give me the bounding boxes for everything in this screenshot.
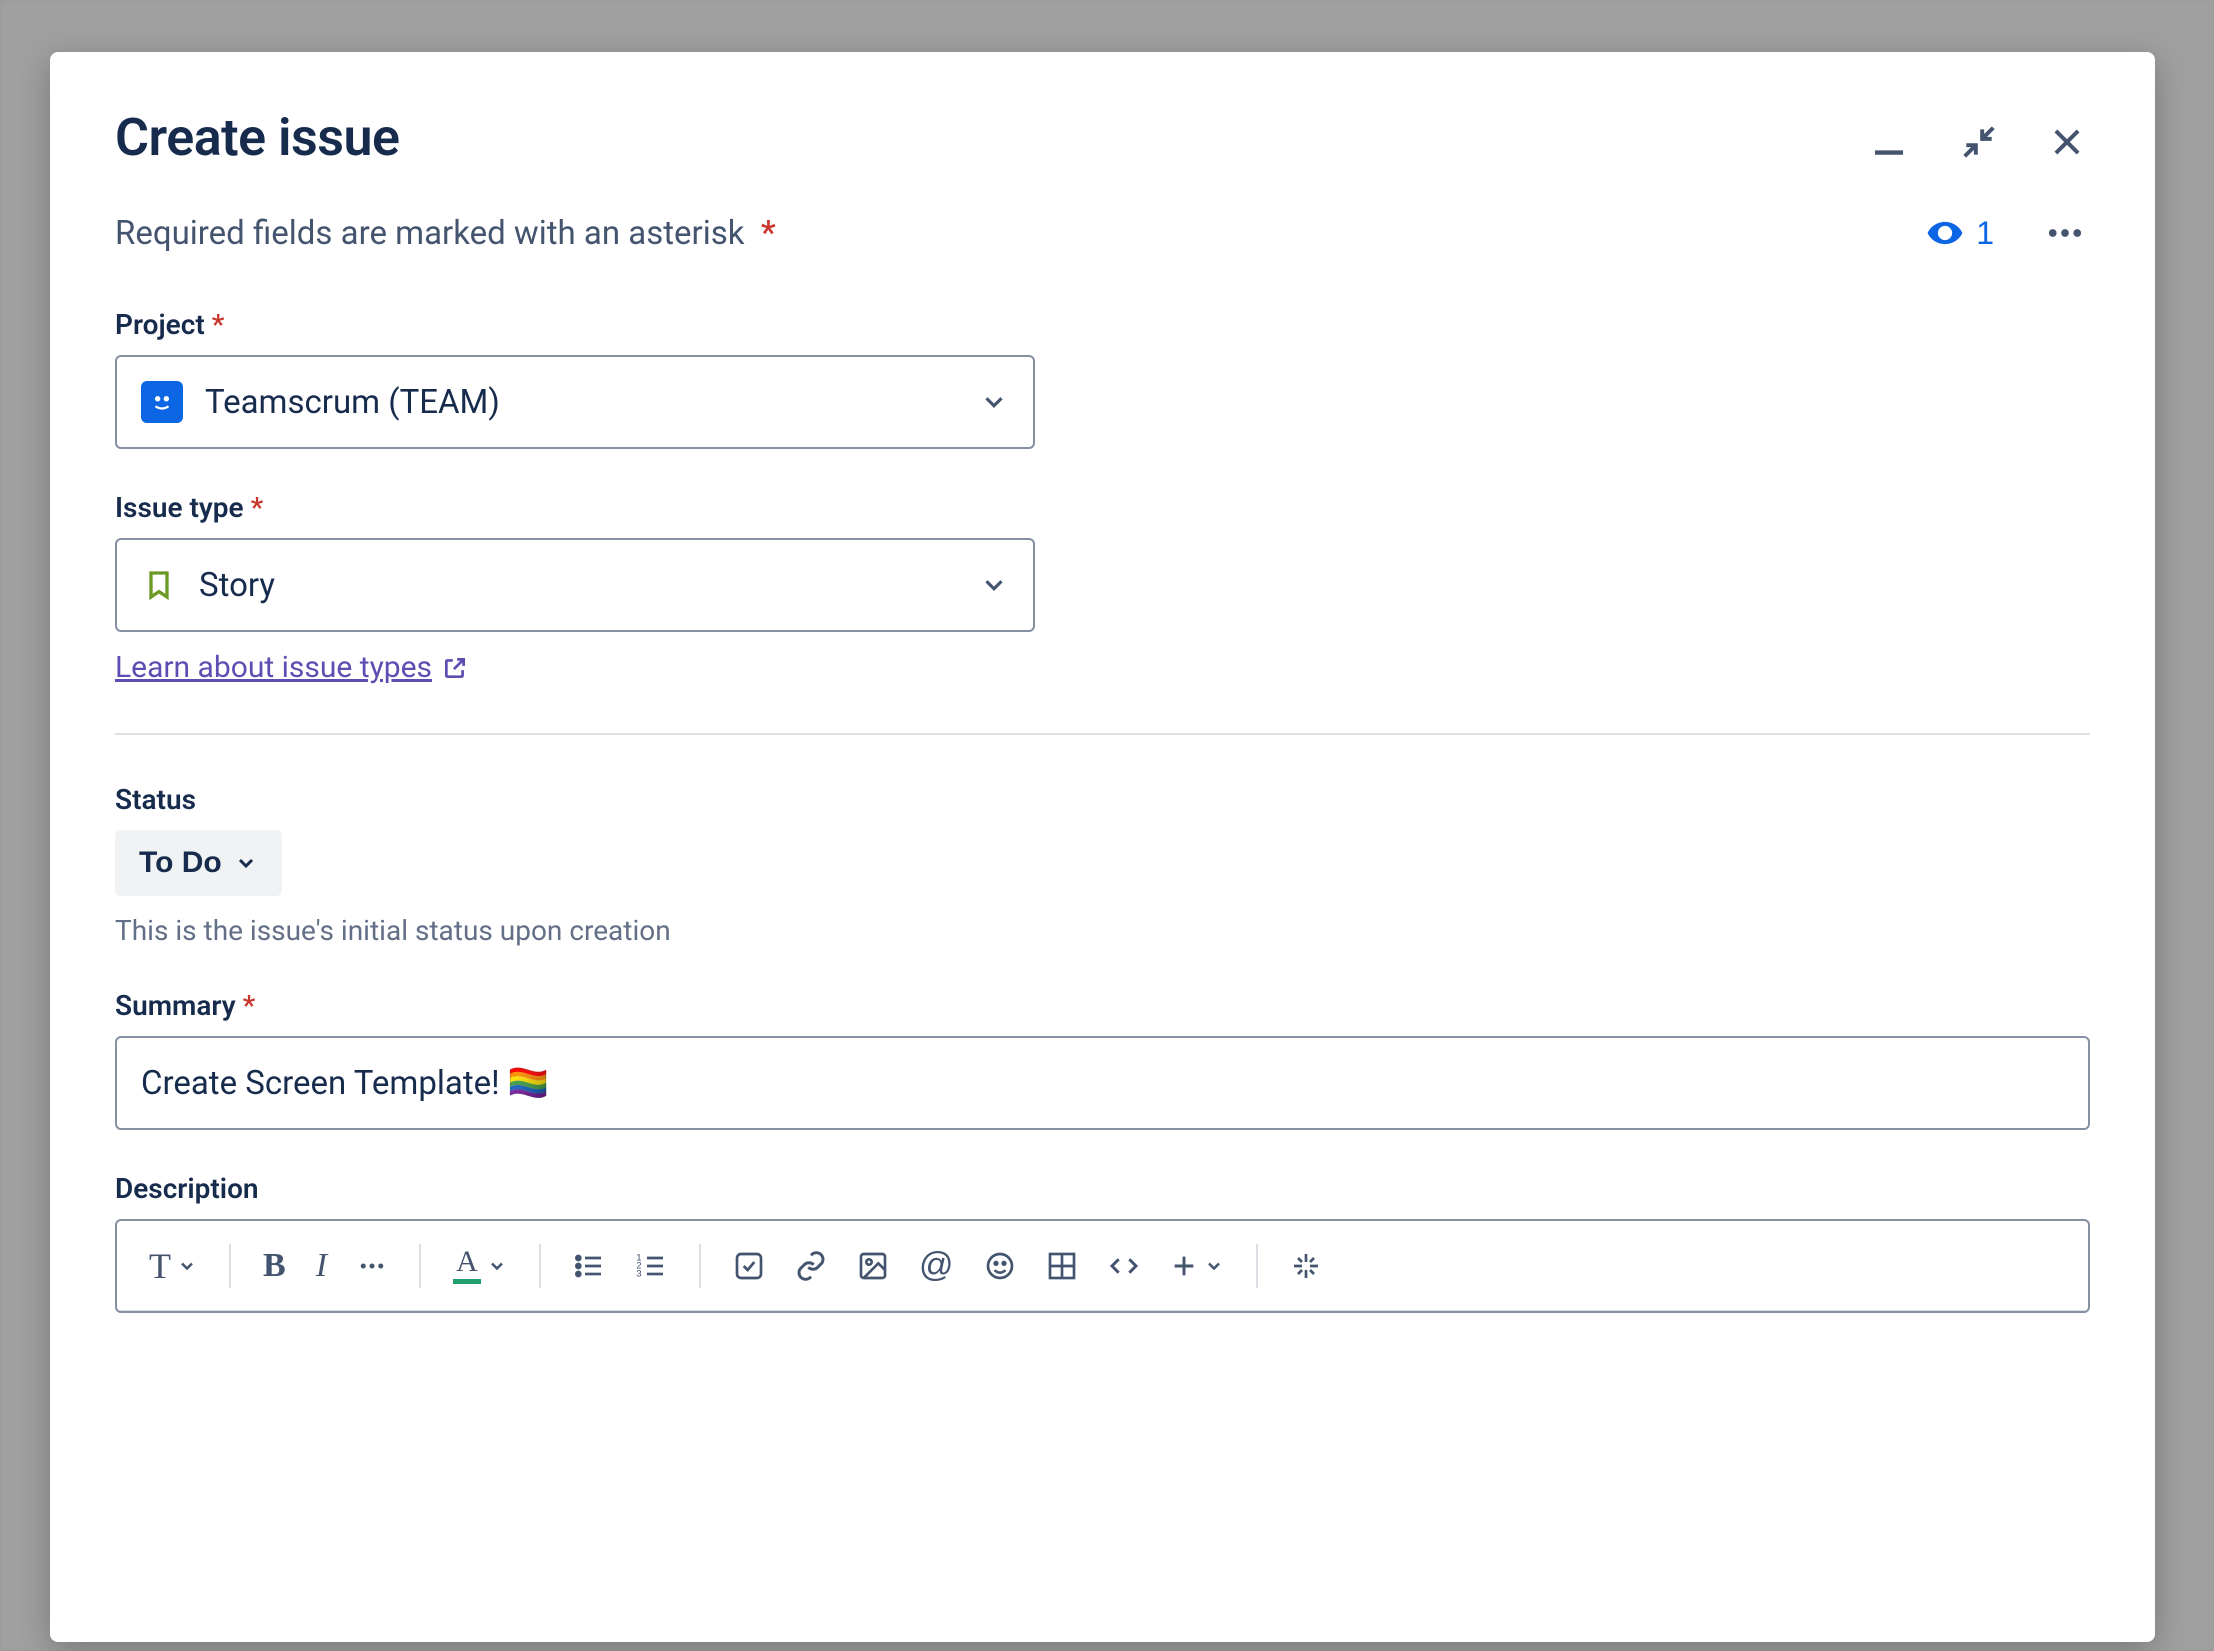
asterisk-icon: *	[244, 491, 264, 524]
project-select[interactable]: Teamscrum (TEAM)	[115, 355, 1035, 449]
toolbar-separator	[419, 1244, 421, 1288]
numbered-list-icon: 123	[635, 1250, 667, 1282]
project-field-group: Project * Teamscrum (TEAM)	[115, 308, 2090, 449]
required-note-text: Required fields are marked with an aster…	[115, 214, 744, 253]
subheader-actions: 1	[1922, 208, 2090, 258]
ai-button[interactable]	[1278, 1242, 1334, 1290]
insert-more-button[interactable]	[1158, 1244, 1236, 1288]
emoji-icon	[984, 1250, 1016, 1282]
modal-window-controls	[1864, 117, 2090, 167]
chevron-down-icon	[979, 387, 1009, 417]
status-label: Status	[115, 783, 2090, 816]
table-icon	[1046, 1250, 1078, 1282]
italic-button[interactable]: I	[304, 1239, 339, 1293]
learn-issue-types-link[interactable]: Learn about issue types	[115, 650, 468, 685]
text-style-icon: T	[149, 1245, 171, 1287]
description-label: Description	[115, 1172, 2090, 1205]
toolbar-separator	[229, 1244, 231, 1288]
asterisk-icon: *	[753, 214, 776, 253]
issue-type-select-value: Story	[199, 566, 275, 605]
plus-icon	[1170, 1252, 1198, 1280]
section-divider	[115, 733, 2090, 735]
text-color-icon: A	[453, 1247, 481, 1284]
numbered-list-button[interactable]: 123	[623, 1242, 679, 1290]
description-editor: T B I A	[115, 1219, 2090, 1313]
status-field-group: Status To Do This is the issue's initial…	[115, 783, 2090, 947]
more-formatting-button[interactable]	[345, 1243, 399, 1289]
project-label: Project *	[115, 308, 2090, 341]
chevron-down-icon	[1204, 1256, 1224, 1276]
asterisk-icon: *	[236, 989, 256, 1022]
sparkle-icon	[1290, 1250, 1322, 1282]
image-button[interactable]	[845, 1242, 901, 1290]
chevron-down-icon	[487, 1256, 507, 1276]
required-fields-note: Required fields are marked with an aster…	[115, 214, 776, 253]
story-icon	[141, 567, 177, 603]
close-button[interactable]	[2044, 119, 2090, 165]
link-button[interactable]	[783, 1242, 839, 1290]
bullet-list-button[interactable]	[561, 1242, 617, 1290]
modal-title: Create issue	[115, 107, 400, 168]
issue-type-label-text: Issue type	[115, 491, 244, 524]
svg-text:3: 3	[636, 1268, 641, 1278]
chevron-down-icon	[979, 570, 1009, 600]
summary-input[interactable]	[115, 1036, 2090, 1130]
emoji-button[interactable]	[972, 1242, 1028, 1290]
close-icon	[2048, 123, 2086, 161]
bold-icon: B	[263, 1247, 286, 1285]
create-issue-modal: Create issue Required fields are marked …	[50, 52, 2155, 1642]
minimize-button[interactable]	[1864, 117, 1914, 167]
asterisk-icon: *	[205, 308, 225, 341]
at-icon: @	[919, 1246, 954, 1285]
project-select-content: Teamscrum (TEAM)	[141, 381, 500, 423]
table-button[interactable]	[1034, 1242, 1090, 1290]
toolbar-separator	[539, 1244, 541, 1288]
mention-button[interactable]: @	[907, 1238, 966, 1293]
external-link-icon	[442, 655, 468, 681]
text-style-dropdown[interactable]: T	[137, 1237, 209, 1295]
status-value: To Do	[139, 846, 222, 880]
summary-label: Summary *	[115, 989, 2090, 1022]
learn-link-text: Learn about issue types	[115, 650, 432, 685]
code-icon	[1108, 1250, 1140, 1282]
description-field-group: Description T B I	[115, 1172, 2090, 1313]
project-label-text: Project	[115, 308, 205, 341]
modal-header: Create issue	[115, 107, 2090, 168]
text-color-button[interactable]: A	[441, 1239, 519, 1292]
image-icon	[857, 1250, 889, 1282]
more-actions-button[interactable]	[2040, 208, 2090, 258]
bold-button[interactable]: B	[251, 1239, 298, 1293]
chevron-down-icon	[177, 1256, 197, 1276]
toolbar-separator	[699, 1244, 701, 1288]
bullet-list-icon	[573, 1250, 605, 1282]
watchers-button[interactable]: 1	[1922, 210, 1998, 256]
learn-link-row: Learn about issue types	[115, 650, 2090, 685]
editor-toolbar: T B I A	[117, 1221, 2088, 1311]
project-avatar-icon	[141, 381, 183, 423]
code-button[interactable]	[1096, 1242, 1152, 1290]
toolbar-separator	[1256, 1244, 1258, 1288]
issue-type-field-group: Issue type * Story Learn about issue typ…	[115, 491, 2090, 685]
restore-button[interactable]	[1956, 119, 2002, 165]
status-helper-text: This is the issue's initial status upon …	[115, 914, 2090, 947]
more-horizontal-icon	[357, 1251, 387, 1281]
checkbox-icon	[733, 1250, 765, 1282]
status-dropdown[interactable]: To Do	[115, 830, 282, 896]
more-horizontal-icon	[2044, 212, 2086, 254]
issue-type-label: Issue type *	[115, 491, 2090, 524]
watchers-count: 1	[1976, 215, 1994, 252]
eye-icon	[1926, 214, 1964, 252]
shrink-icon	[1960, 123, 1998, 161]
subheader-row: Required fields are marked with an aster…	[115, 208, 2090, 258]
issue-type-select[interactable]: Story	[115, 538, 1035, 632]
italic-icon: I	[316, 1247, 327, 1285]
project-select-value: Teamscrum (TEAM)	[205, 383, 500, 422]
chevron-down-icon	[234, 851, 258, 875]
minimize-icon	[1868, 121, 1910, 163]
summary-label-text: Summary	[115, 989, 236, 1022]
issue-type-select-content: Story	[141, 566, 275, 605]
action-item-button[interactable]	[721, 1242, 777, 1290]
link-icon	[795, 1250, 827, 1282]
summary-field-group: Summary *	[115, 989, 2090, 1130]
